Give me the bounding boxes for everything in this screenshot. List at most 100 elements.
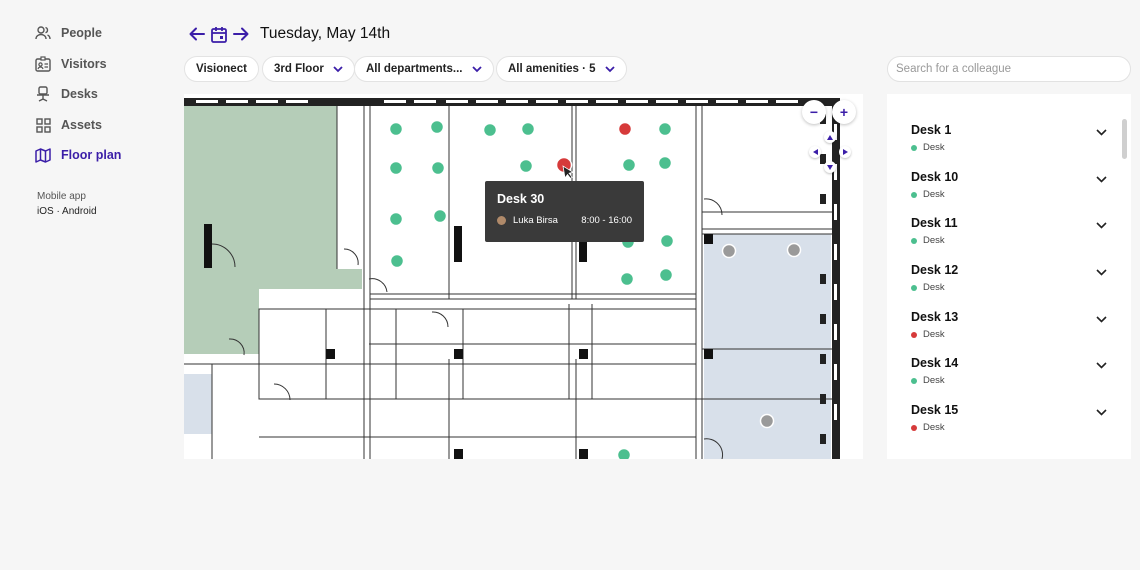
list-item[interactable]: Desk 15 Desk [911,403,1107,443]
sidebar-item-assets[interactable]: Assets [34,114,102,136]
desk-type: Desk [923,235,945,246]
tooltip-time: 8:00 - 16:00 [581,215,632,226]
avatar [497,216,506,225]
arrow-right-icon[interactable] [230,23,252,45]
sidebar-item-people[interactable]: People [34,22,102,44]
desk-type: Desk [923,422,945,433]
people-icon [34,24,52,42]
list-item[interactable]: Desk 14 Desk [911,356,1107,396]
desk-marker[interactable] [621,157,637,173]
pan-right-icon[interactable] [839,146,851,158]
desk-name: Desk 11 [911,216,958,230]
sidebar-item-label: Assets [61,118,102,132]
desk-list-panel: Desk 1 Desk Desk 10 Desk Desk 11 Desk De… [887,94,1131,459]
list-item[interactable]: Desk 11 Desk [911,216,1107,256]
scrollbar[interactable] [1122,119,1127,159]
zoom-out-button[interactable]: − [802,100,826,124]
tooltip-person: Luka Birsa [513,215,558,226]
pan-up-icon[interactable] [824,131,836,143]
desk-marker[interactable] [429,119,445,135]
chevron-down-icon[interactable] [1096,310,1107,328]
desk-marker[interactable] [658,267,674,283]
chevron-down-icon[interactable] [1096,356,1107,374]
visitor-badge-icon [34,55,52,73]
sidebar: People Visitors Desks Assets Floor plan … [0,0,170,570]
amenities-filter-label: All amenities · 5 [508,63,596,75]
zoom-out-label: − [809,104,819,120]
sidebar-item-label: Desks [61,87,98,101]
desk-marker[interactable] [388,160,404,176]
chevron-down-icon[interactable] [1096,216,1107,234]
desk-marker[interactable] [659,233,675,249]
desk-name: Desk 1 [911,123,952,137]
desk-tooltip: Desk 30 Luka Birsa 8:00 - 16:00 [485,181,644,242]
ios-link[interactable]: iOS [37,206,54,217]
pan-control [809,131,851,173]
chevron-down-icon[interactable] [1096,403,1107,421]
status-dot [911,191,917,198]
desk-type: Desk [923,375,945,386]
desk-name: Desk 15 [911,403,959,417]
desk-markers [388,119,802,460]
pan-left-icon[interactable] [809,146,821,158]
tooltip-booking: Luka Birsa 8:00 - 16:00 [497,215,632,226]
floor-filter-label: 3rd Floor [274,63,324,75]
chevron-down-icon[interactable] [1096,123,1107,141]
desk-type: Desk [923,142,945,153]
desk-marker-disabled[interactable] [759,413,775,429]
floor-plan-map[interactable] [184,94,863,459]
list-item[interactable]: Desk 10 Desk [911,170,1107,210]
chevron-down-icon [333,65,343,73]
assets-grid-icon [34,116,52,134]
map-icon [34,146,52,164]
calendar-icon[interactable] [208,23,230,45]
desk-marker[interactable] [482,122,498,138]
desk-marker[interactable] [619,271,635,287]
sidebar-item-label: Floor plan [61,148,122,162]
amenities-filter[interactable]: All amenities · 5 [496,56,627,82]
date-navigation: Tuesday, May 14th [186,22,390,46]
desk-marker[interactable] [518,158,534,174]
mobile-app-links: iOS · Android [37,206,97,217]
departments-filter-label: All departments... [366,63,463,75]
pan-down-icon[interactable] [824,161,836,173]
status-dot [911,144,917,151]
list-item[interactable]: Desk 13 Desk [911,310,1107,350]
sidebar-item-label: People [61,26,102,40]
chevron-down-icon [471,65,482,73]
desk-name: Desk 12 [911,263,959,277]
desk-marker-disabled[interactable] [786,242,802,258]
desk-marker[interactable] [616,447,632,460]
sidebar-item-floor-plan[interactable]: Floor plan [34,144,121,166]
location-filter[interactable]: Visionect [184,56,259,82]
chevron-down-icon[interactable] [1096,263,1107,281]
desk-name: Desk 10 [911,170,959,184]
arrow-left-icon[interactable] [186,23,208,45]
desk-marker[interactable] [432,208,448,224]
desk-marker[interactable] [388,211,404,227]
desk-marker[interactable] [388,121,404,137]
status-dot [911,377,917,384]
desk-marker-disabled[interactable] [721,243,737,259]
desk-marker[interactable] [520,121,536,137]
desk-marker-booked[interactable] [617,121,633,137]
desk-marker[interactable] [389,253,405,269]
floor-filter[interactable]: 3rd Floor [262,56,355,82]
desk-marker[interactable] [657,155,673,171]
list-item[interactable]: Desk 12 Desk [911,263,1107,303]
colleague-search-input[interactable] [887,56,1131,82]
sidebar-item-desks[interactable]: Desks [34,83,98,105]
desk-chair-icon [34,85,52,103]
chevron-down-icon[interactable] [1096,170,1107,188]
desk-marker[interactable] [430,160,446,176]
status-dot [911,284,917,291]
desk-marker[interactable] [657,121,673,137]
sidebar-item-label: Visitors [61,57,107,71]
android-link[interactable]: Android [62,206,96,217]
list-item[interactable]: Desk 1 Desk [911,123,1107,163]
sidebar-item-visitors[interactable]: Visitors [34,53,107,75]
desk-name: Desk 13 [911,310,959,324]
departments-filter[interactable]: All departments... [354,56,494,82]
zoom-in-button[interactable]: + [832,100,856,124]
status-dot [911,331,917,338]
